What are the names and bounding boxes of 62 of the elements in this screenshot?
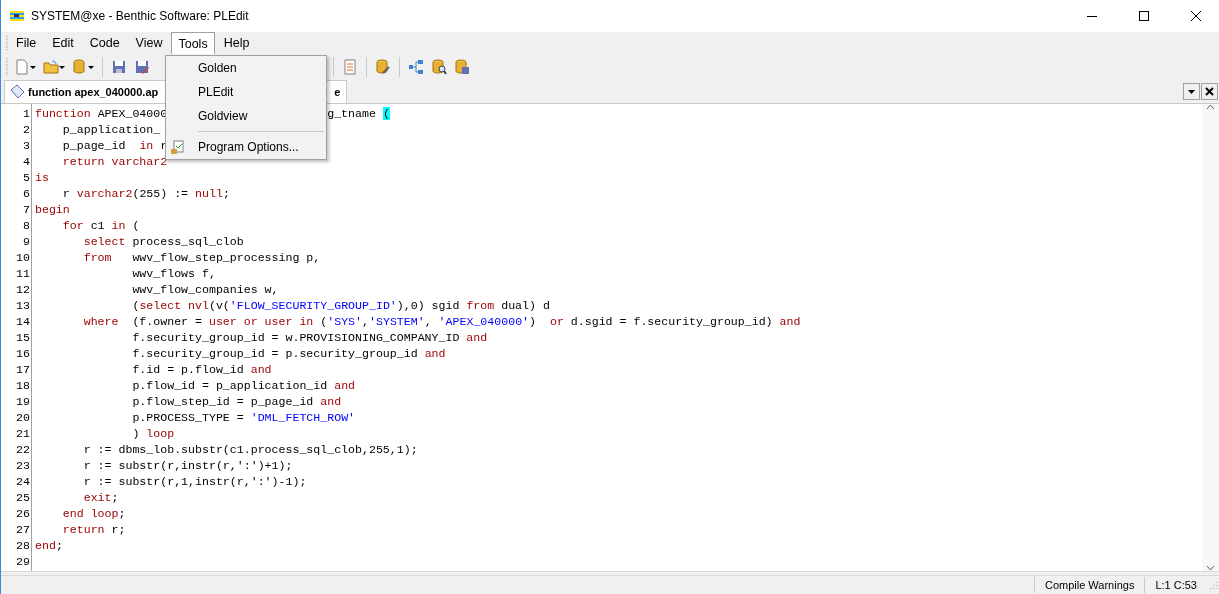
code-line: function APEX_04000	[35, 107, 168, 120]
code-line: p.flow_id = p_application_id and	[131, 378, 356, 394]
code-line: select process_sql_clob	[82, 234, 244, 250]
line-number: 15	[15, 330, 31, 346]
line-number: 28	[15, 538, 31, 554]
code-line: wwv_flows f,	[131, 266, 216, 282]
line-number: 11	[15, 266, 31, 282]
line-number: 10	[15, 250, 31, 266]
code-line: ) loop	[131, 426, 175, 442]
line-number: 9	[22, 234, 31, 250]
code-line: is	[35, 170, 49, 186]
line-number: 2	[22, 122, 31, 138]
line-number: 23	[15, 458, 31, 474]
line-number: 13	[15, 298, 31, 314]
line-number: 18	[15, 378, 31, 394]
line-number: 5	[22, 170, 31, 186]
line-number: 14	[15, 314, 31, 330]
code-line: for c1 in (	[61, 218, 140, 234]
tab-title: e	[334, 86, 341, 98]
code-line: g_tname (	[327, 106, 390, 122]
code-line: where (f.owner = user or user in ('SYS','SYSTEM', 'APEX_040000') or d.sgid = f.security_group_id) and	[82, 314, 801, 330]
code-line: r := substr(r,instr(r,':')+1);	[82, 458, 293, 474]
code-line: return r;	[61, 522, 126, 538]
line-number: 22	[15, 442, 31, 458]
code-line: p.PROCESS_TYPE = 'DML_FETCH_ROW'	[131, 410, 356, 426]
line-number: 6	[22, 186, 31, 202]
line-number: 16	[15, 346, 31, 362]
code-line: r := substr(r,1,instr(r,':')-1);	[82, 474, 307, 490]
line-number: 27	[15, 522, 31, 538]
line-number: 29	[15, 554, 31, 570]
code-line: end loop;	[61, 506, 126, 522]
status-text: Compile Warnings	[1033, 577, 1145, 593]
line-number: 12	[15, 282, 31, 298]
code-line: f.security_group_id = p.security_group_id and	[131, 346, 446, 362]
line-number: 19	[15, 394, 31, 410]
window-title: SYSTEM@xe - Benthic Software: PLEdit	[31, 9, 250, 23]
code-line: p_application_	[61, 122, 161, 138]
line-number: 24	[15, 474, 31, 490]
line-number: 8	[22, 218, 31, 234]
code-line: exit;	[82, 490, 119, 506]
code-line: wwv_flow_companies w,	[131, 282, 279, 298]
line-number: 1	[22, 106, 31, 122]
line-number: 17	[15, 362, 31, 378]
code-line: end;	[35, 538, 63, 554]
cursor-position: L:1 C:53	[1144, 577, 1207, 593]
line-number: 25	[15, 490, 31, 506]
code-line: f.security_group_id = w.PROVISIONING_COMPANY_ID and	[131, 330, 488, 346]
code-line: r := dbms_lob.substr(c1.process_sql_clob,255,1);	[82, 442, 418, 458]
code-line: from wwv_flow_step_processing p,	[82, 250, 321, 266]
line-number: 4	[22, 154, 31, 170]
code-line: p.flow_step_id = p_page_id and	[131, 394, 342, 410]
code-line: (select nvl(v('FLOW_SECURITY_GROUP_ID'),0) sgid from dual) d	[131, 298, 550, 314]
code-line: f.id = p.flow_id and	[131, 362, 272, 378]
code-line: r varchar2(255) := null;	[61, 186, 230, 202]
code-line: begin	[35, 202, 70, 218]
line-number: 20	[15, 410, 31, 426]
code-line: return varchar2	[61, 154, 168, 170]
line-number: 7	[22, 202, 31, 218]
line-number: 21	[15, 426, 31, 442]
line-number: 26	[15, 506, 31, 522]
tab-title: function apex_040000.ap	[28, 86, 159, 98]
line-number: 3	[22, 138, 31, 154]
